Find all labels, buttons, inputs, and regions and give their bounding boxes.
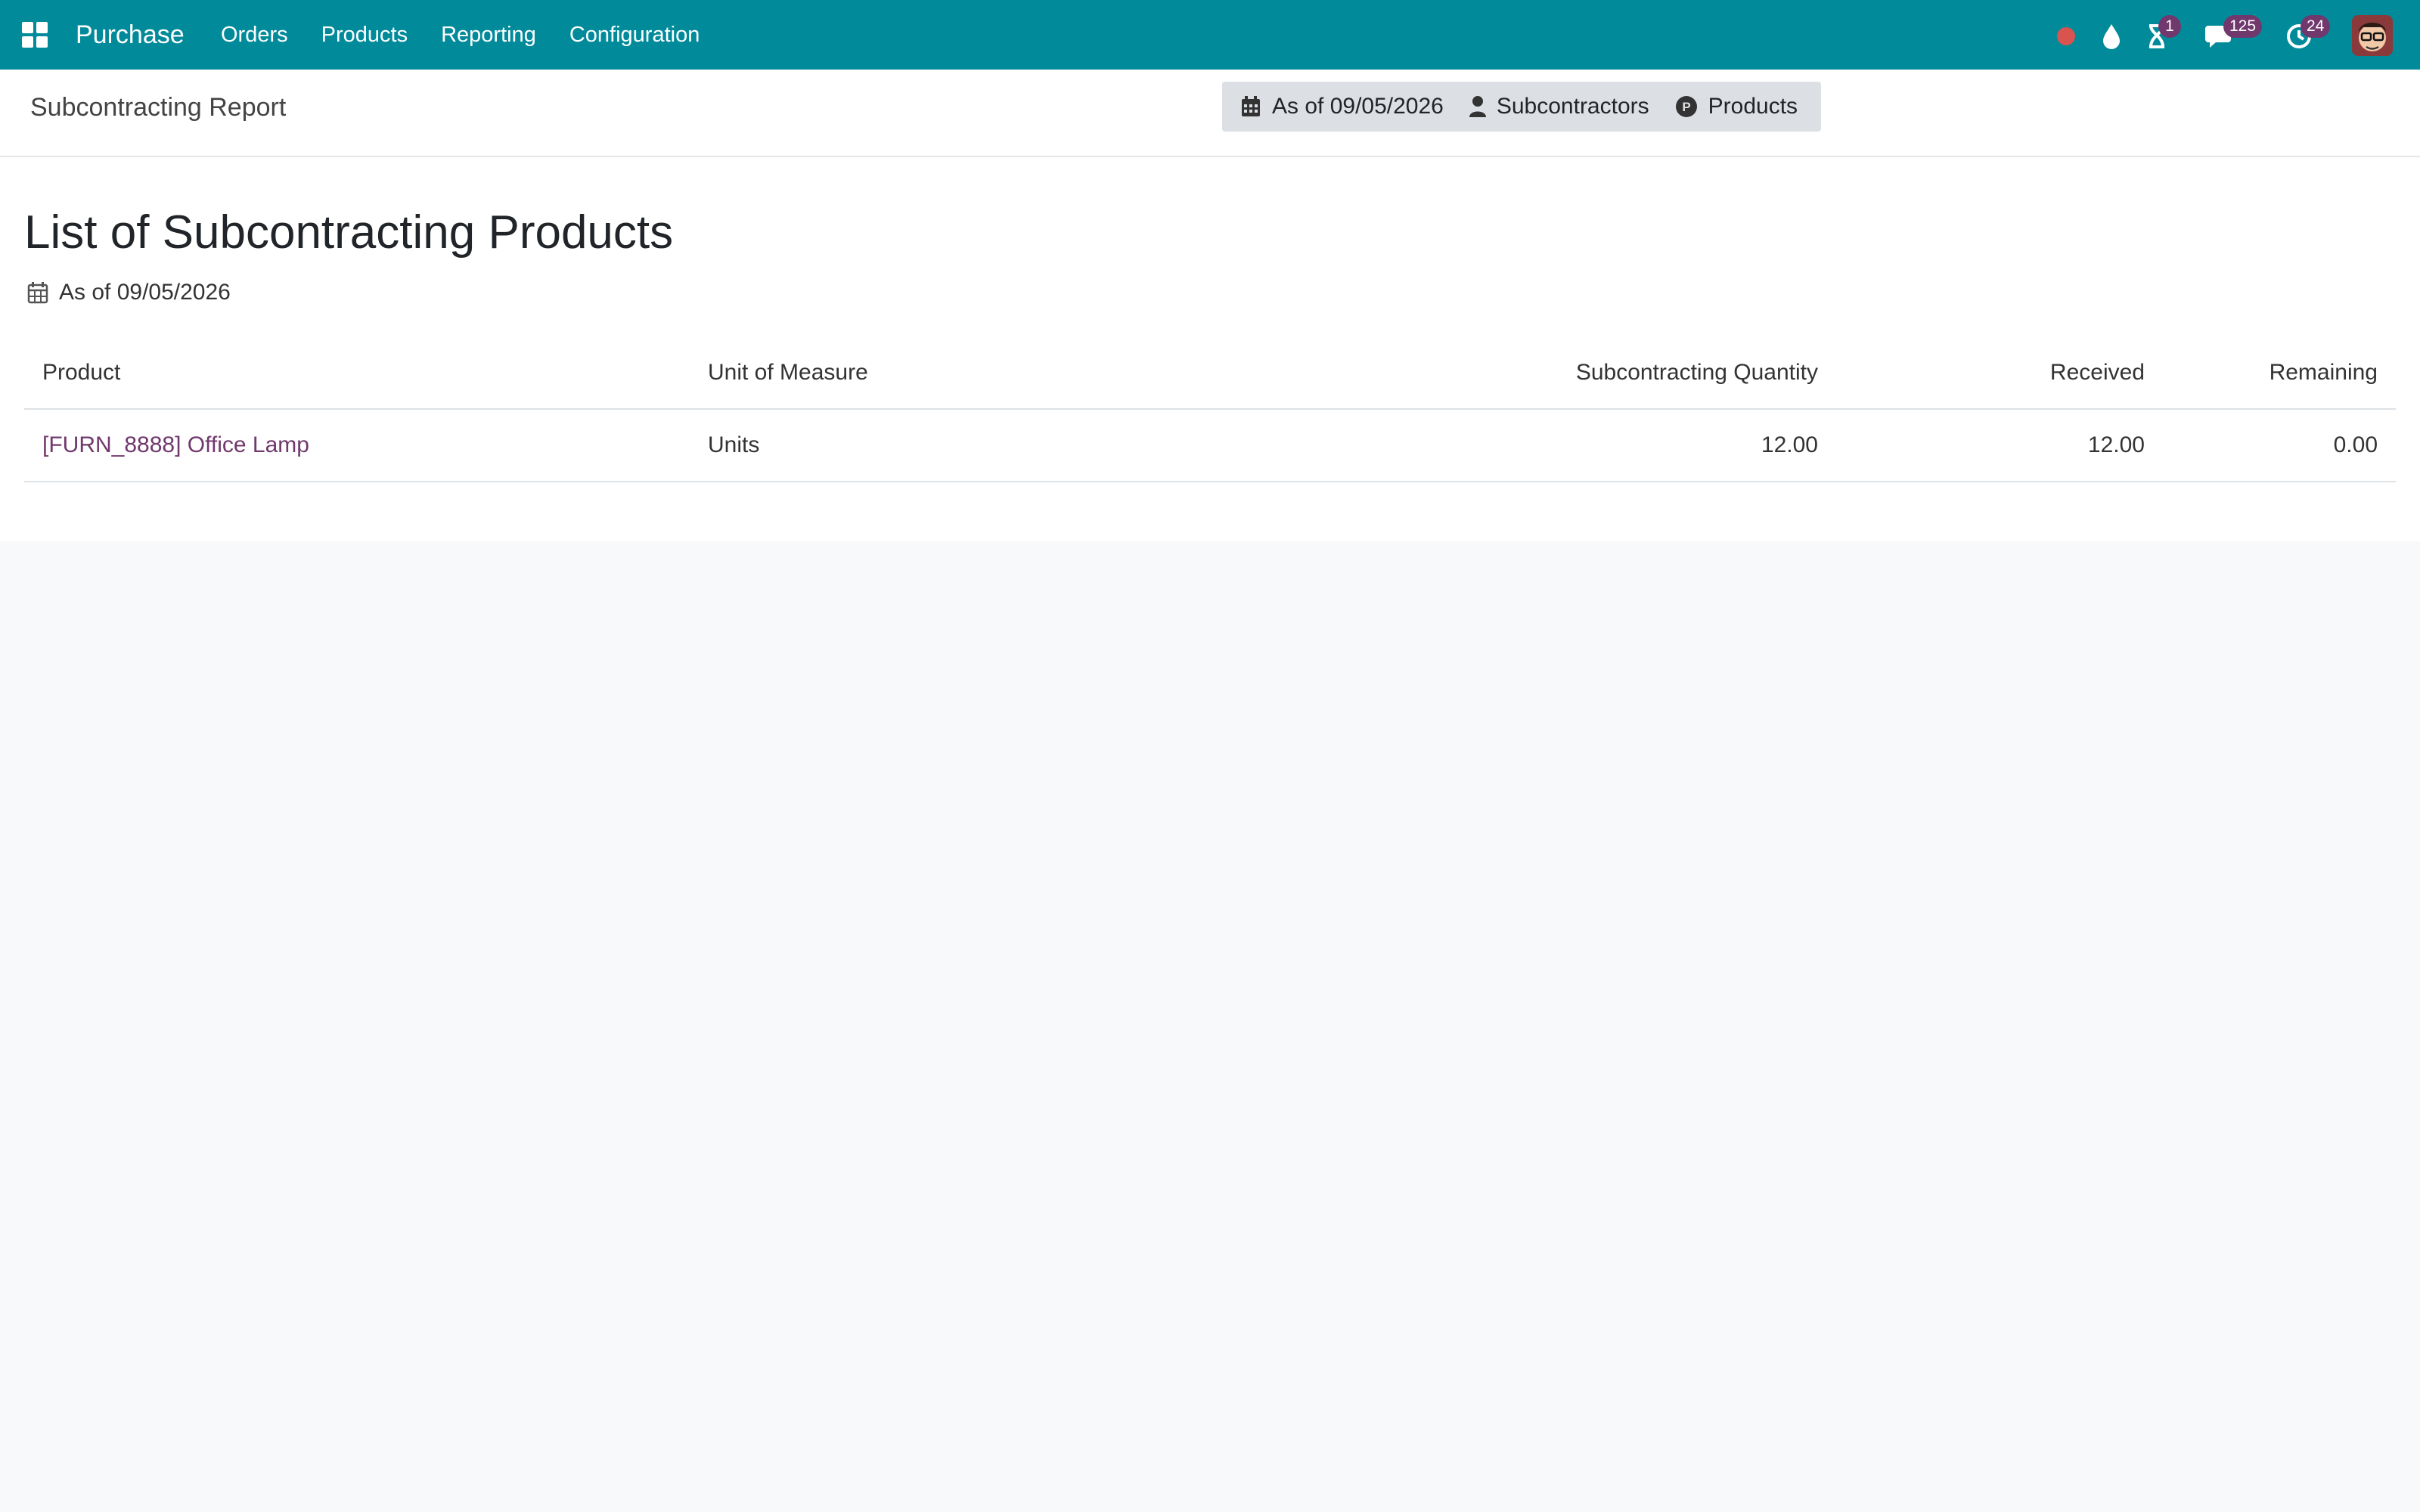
product-link[interactable]: [FURN_8888] Office Lamp — [42, 432, 309, 457]
calendar-icon — [27, 282, 48, 304]
product-cell: [FURN_8888] Office Lamp — [24, 409, 690, 482]
report-date: As of 09/05/2026 — [27, 280, 231, 305]
drop-icon[interactable] — [2092, 15, 2131, 54]
uom-cell: Units — [690, 409, 1255, 482]
calendar-icon — [1242, 96, 1260, 116]
column-remaining: Remaining — [2163, 337, 2396, 410]
record-dot-icon[interactable] — [2046, 15, 2086, 54]
filter-bar: As of 09/05/2026 Subcontractors P Produc… — [1222, 82, 1821, 132]
subcontractors-filter-label: Subcontractors — [1496, 94, 1649, 119]
report-date-label: As of 09/05/2026 — [59, 280, 231, 305]
received-cell: 12.00 — [1836, 409, 2163, 482]
table-header-row: Product Unit of Measure Subcontracting Q… — [24, 337, 2396, 410]
clock-badge: 24 — [2301, 15, 2331, 38]
products-filter-button[interactable]: P Products — [1663, 82, 1811, 132]
menu-item-configuration[interactable]: Configuration — [553, 17, 717, 53]
messages-button[interactable]: 125 — [2201, 15, 2263, 54]
table-row: [FURN_8888] Office Lamp Units 12.00 12.0… — [24, 409, 2396, 482]
date-filter-button[interactable]: As of 09/05/2026 — [1222, 82, 1457, 132]
column-product: Product — [24, 337, 690, 410]
top-navbar: Purchase Orders Products Reporting Confi… — [0, 0, 2420, 70]
clock-button[interactable]: 24 — [2279, 15, 2331, 54]
product-p-icon: P — [1675, 96, 1697, 117]
breadcrumb: Subcontracting Report — [30, 93, 287, 122]
subcontractors-filter-button[interactable]: Subcontractors — [1457, 82, 1663, 132]
control-panel: Subcontracting Report As of 09/05/2026 S… — [0, 70, 2420, 157]
activities-button[interactable]: 1 — [2137, 15, 2181, 54]
avatar[interactable] — [2352, 15, 2393, 56]
date-filter-label: As of 09/05/2026 — [1272, 94, 1444, 119]
app-title[interactable]: Purchase — [76, 17, 185, 53]
products-filter-label: Products — [1708, 94, 1798, 119]
column-subcontracting-quantity: Subcontracting Quantity — [1255, 337, 1836, 410]
menu-item-orders[interactable]: Orders — [204, 17, 305, 53]
remaining-cell: 0.00 — [2163, 409, 2396, 482]
apps-grid-icon[interactable] — [21, 21, 48, 48]
subcontracting-table: Product Unit of Measure Subcontracting Q… — [24, 337, 2396, 482]
messages-badge: 125 — [2223, 15, 2263, 38]
column-unit-of-measure: Unit of Measure — [690, 337, 1255, 410]
subcontracting-qty-cell: 12.00 — [1255, 409, 1836, 482]
main-menu: Orders Products Reporting Configuration — [204, 17, 716, 53]
report-content: List of Subcontracting Products As of 09… — [0, 157, 2420, 541]
menu-item-products[interactable]: Products — [305, 17, 424, 53]
menu-item-reporting[interactable]: Reporting — [424, 17, 553, 53]
activities-badge: 1 — [2158, 15, 2181, 38]
column-received: Received — [1836, 337, 2163, 410]
report-title: List of Subcontracting Products — [24, 206, 674, 259]
user-icon — [1469, 96, 1486, 117]
svg-text:P: P — [1682, 100, 1690, 114]
